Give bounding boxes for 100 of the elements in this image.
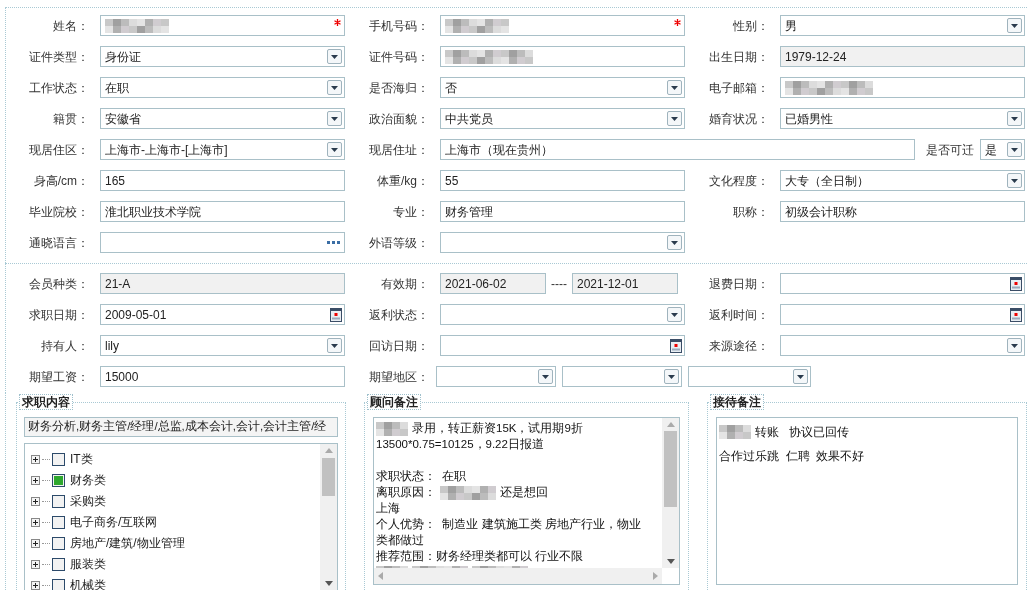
- dropdown-button[interactable]: [1007, 18, 1022, 33]
- dropdown-field[interactable]: 大专（全日制）: [780, 170, 1025, 191]
- input-field[interactable]: 财务分析,财务主管/经理/总监,成本会计,会计,会计主管/经: [24, 417, 338, 437]
- dropdown-field[interactable]: [440, 304, 685, 325]
- asterisk-icon: [674, 19, 681, 26]
- input-field[interactable]: [100, 15, 345, 36]
- expand-icon[interactable]: [31, 496, 40, 506]
- checkbox[interactable]: [52, 515, 65, 529]
- calendar-icon[interactable]: [1010, 307, 1022, 322]
- scroll-thumb[interactable]: [322, 458, 335, 496]
- dropdown-field[interactable]: 否: [440, 77, 685, 98]
- dropdown-field[interactable]: 上海市-上海市-[上海市]: [100, 139, 345, 160]
- scroll-down-icon[interactable]: [666, 559, 675, 564]
- scroll-thumb[interactable]: [664, 431, 677, 507]
- dropdown-button[interactable]: [327, 142, 342, 157]
- input-field[interactable]: [440, 46, 685, 67]
- dropdown-field[interactable]: 中共党员: [440, 108, 685, 129]
- dropdown-button[interactable]: [1007, 111, 1022, 126]
- calendar-icon[interactable]: [330, 307, 342, 322]
- expand-icon[interactable]: [31, 517, 40, 527]
- date-field[interactable]: [780, 304, 1025, 325]
- caret-down-icon: [331, 147, 338, 152]
- tree-item[interactable]: 房地产/建筑/物业管理: [70, 534, 185, 552]
- tree-item[interactable]: 服装类: [70, 555, 106, 573]
- dropdown-field[interactable]: lily: [100, 335, 345, 356]
- expand-icon[interactable]: [31, 538, 40, 548]
- dropdown-field[interactable]: 身份证: [100, 46, 345, 67]
- dropdown-button[interactable]: [667, 235, 682, 250]
- calendar-icon[interactable]: [670, 338, 682, 353]
- dropdown-button[interactable]: [793, 369, 808, 384]
- field-label: 持有人：: [40, 337, 89, 355]
- checkbox[interactable]: [52, 452, 65, 466]
- input-field[interactable]: 淮北职业技术学院: [100, 201, 345, 222]
- caret-down-icon: [331, 85, 338, 90]
- caret-down-icon: [1011, 178, 1018, 183]
- tree-item[interactable]: 财务类: [70, 471, 106, 489]
- input-field[interactable]: 初级会计职称: [780, 201, 1025, 222]
- field-label: 是否可迁: [926, 141, 974, 159]
- dropdown-button[interactable]: [667, 80, 682, 95]
- input-field[interactable]: 21-A: [100, 273, 345, 294]
- dropdown-field[interactable]: 安徽省: [100, 108, 345, 129]
- input-field[interactable]: 2021-12-01: [572, 273, 678, 294]
- date-field[interactable]: [780, 273, 1025, 294]
- dropdown-field[interactable]: 已婚男性: [780, 108, 1025, 129]
- dropdown-field[interactable]: [440, 232, 685, 253]
- notes-textarea[interactable]: 转账 协议已回传 合作过乐跳 仁聘 效果不好: [716, 417, 1018, 585]
- expand-icon[interactable]: [31, 454, 40, 464]
- input-field[interactable]: 2021-06-02: [440, 273, 546, 294]
- expand-icon[interactable]: [31, 559, 40, 569]
- dropdown-button[interactable]: [1007, 173, 1022, 188]
- input-field[interactable]: 55: [440, 170, 685, 191]
- dropdown-button[interactable]: [1007, 142, 1022, 157]
- checkbox[interactable]: [52, 473, 65, 487]
- dropdown-field[interactable]: [688, 366, 811, 387]
- more-icon[interactable]: [327, 240, 341, 245]
- tree-item[interactable]: IT类: [70, 450, 93, 468]
- tree-item[interactable]: 机械类: [70, 576, 106, 590]
- checkbox[interactable]: [52, 494, 65, 508]
- input-field[interactable]: 15000: [100, 366, 345, 387]
- dropdown-button[interactable]: [327, 111, 342, 126]
- expand-icon[interactable]: [31, 580, 40, 590]
- input-field[interactable]: 1979-12-24: [780, 46, 1025, 67]
- input-field[interactable]: [100, 232, 345, 253]
- dropdown-field[interactable]: [436, 366, 556, 387]
- scroll-down-icon[interactable]: [324, 581, 333, 586]
- note-text: 录用，转正薪资15K，试用期9折: [412, 421, 583, 437]
- caret-down-icon: [671, 312, 678, 317]
- input-field[interactable]: 上海市（现在贵州）: [440, 139, 915, 160]
- dropdown-field[interactable]: 在职: [100, 77, 345, 98]
- input-field[interactable]: [440, 15, 685, 36]
- checkbox[interactable]: [52, 536, 65, 550]
- notes-textarea[interactable]: 录用，转正薪资15K，试用期9折 13500*0.75=10125，9.22日报道 求职状态： 在职 离职原因： 还是想回 上海 个人优势： 制造业 建筑施工类 房地产行业，物业 类都做过 推荐范围：财务经理类都可以 行业不限: [373, 417, 680, 585]
- date-field[interactable]: [440, 335, 685, 356]
- expand-icon[interactable]: [31, 475, 40, 485]
- tree-item[interactable]: 采购类: [70, 492, 106, 510]
- dropdown-button[interactable]: [664, 369, 679, 384]
- dropdown-button[interactable]: [327, 49, 342, 64]
- dropdown-field[interactable]: 男: [780, 15, 1025, 36]
- note-text: 个人优势： 制造业 建筑施工类 房地产行业，物业: [376, 517, 641, 533]
- dropdown-field[interactable]: [562, 366, 682, 387]
- tree-item[interactable]: 电子商务/互联网: [70, 513, 158, 531]
- checkbox[interactable]: [52, 557, 65, 571]
- input-field[interactable]: 165: [100, 170, 345, 191]
- checkbox[interactable]: [52, 578, 65, 590]
- dropdown-button[interactable]: [327, 80, 342, 95]
- calendar-icon[interactable]: [1010, 276, 1022, 291]
- dropdown-field[interactable]: [780, 335, 1025, 356]
- input-field[interactable]: 财务管理: [440, 201, 685, 222]
- dropdown-button[interactable]: [667, 307, 682, 322]
- dropdown-button[interactable]: [1007, 338, 1022, 353]
- scrollbar[interactable]: [320, 444, 337, 590]
- caret-down-icon: [542, 374, 549, 379]
- date-field[interactable]: 2009-05-01: [100, 304, 345, 325]
- scrollbar[interactable]: [662, 418, 679, 568]
- input-field[interactable]: [780, 77, 1025, 98]
- dropdown-button[interactable]: [667, 111, 682, 126]
- field-label: 姓名：: [52, 17, 89, 35]
- dropdown-button[interactable]: [327, 338, 342, 353]
- dropdown-button[interactable]: [538, 369, 553, 384]
- dropdown-field[interactable]: 是: [980, 139, 1025, 160]
